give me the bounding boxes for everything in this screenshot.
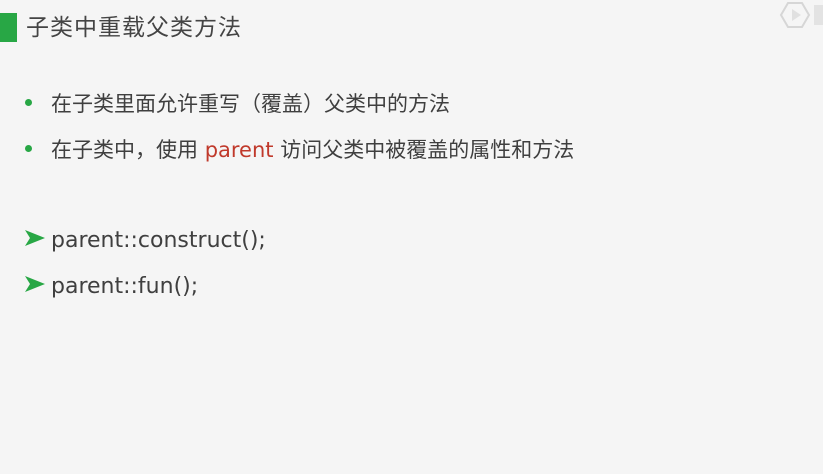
title-accent-bar xyxy=(0,13,17,42)
title-bar: 子类中重载父类方法 xyxy=(0,0,823,56)
arrow-bullet-icon xyxy=(25,230,45,246)
player-logo-icon xyxy=(779,2,823,28)
code-line: parent::construct(); xyxy=(24,223,266,269)
slide: 子类中重载父类方法 在子类里面允许重写（覆盖）父类中的方法 在子类中，使用 pa… xyxy=(0,0,823,474)
bullet-text: 在子类里面允许重写（覆盖）父类中的方法 xyxy=(51,92,450,116)
bullet-text-before: 在子类中，使用 xyxy=(51,138,205,162)
keyword-parent: parent xyxy=(204,138,274,162)
bullet-dot-icon xyxy=(25,144,32,152)
arrow-bullet-icon xyxy=(25,276,45,292)
bullet-list: 在子类里面允许重写（覆盖）父类中的方法 在子类中，使用 parent 访问父类中… xyxy=(25,86,574,178)
bullet-text-after: 访问父类中被覆盖的属性和方法 xyxy=(273,138,575,162)
code-list: parent::construct(); parent::fun(); xyxy=(24,223,266,315)
bullet-item: 在子类中，使用 parent 访问父类中被覆盖的属性和方法 xyxy=(25,132,574,178)
page-title: 子类中重载父类方法 xyxy=(26,15,242,41)
code-text: parent::fun(); xyxy=(51,274,199,299)
bullet-dot-icon xyxy=(25,98,32,106)
bullet-item: 在子类里面允许重写（覆盖）父类中的方法 xyxy=(25,86,574,132)
code-line: parent::fun(); xyxy=(24,269,266,315)
code-text: parent::construct(); xyxy=(51,228,266,253)
